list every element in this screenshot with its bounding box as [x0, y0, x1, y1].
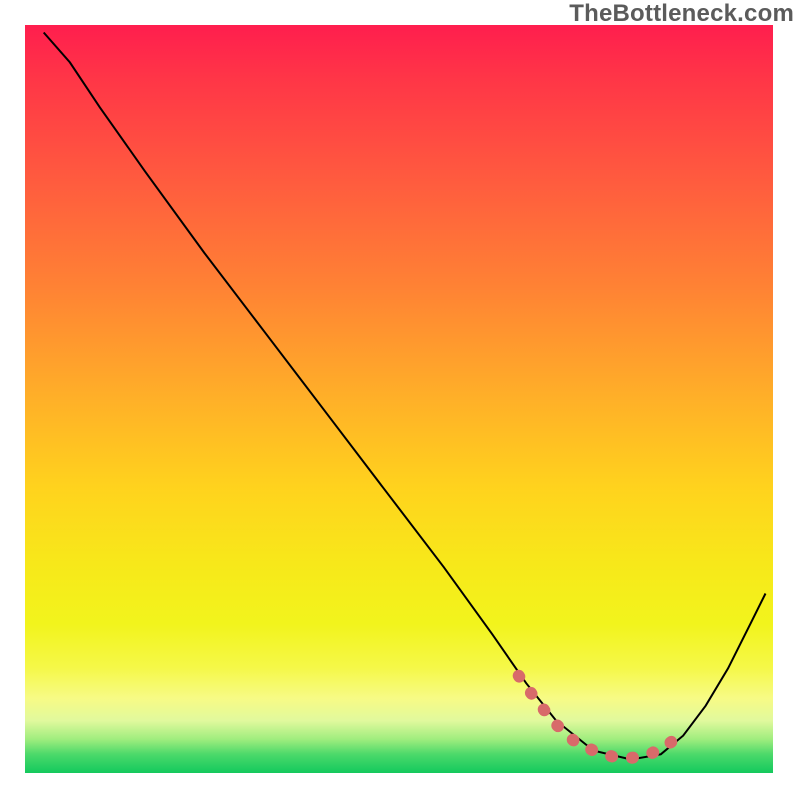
- plot-background: [25, 25, 773, 773]
- chart-container: TheBottleneck.com: [0, 0, 800, 800]
- watermark-label: TheBottleneck.com: [569, 0, 794, 28]
- bottleneck-chart: [0, 0, 800, 800]
